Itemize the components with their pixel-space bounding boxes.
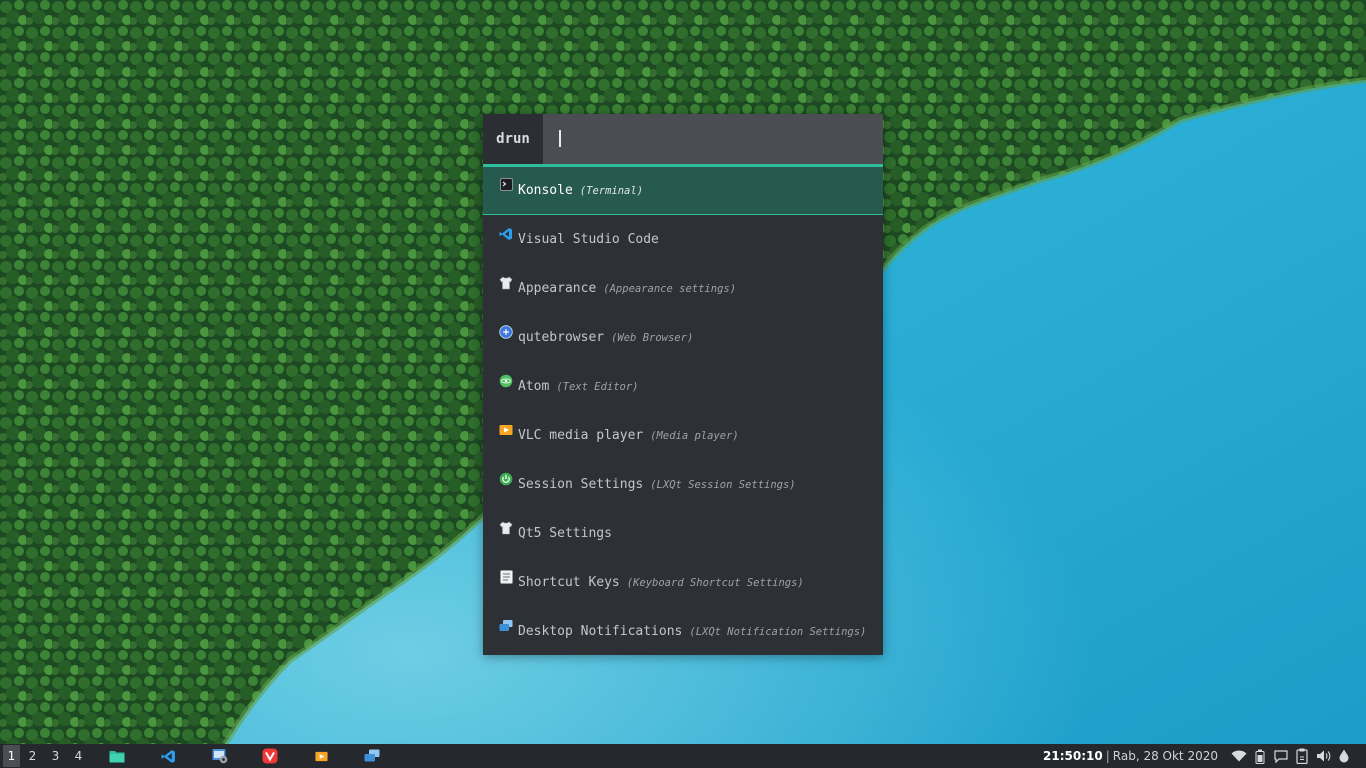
clipboard-icon[interactable]	[1294, 748, 1310, 764]
entry-name: Konsole	[518, 182, 573, 198]
list-item[interactable]: VLC media player (Media player)	[483, 411, 883, 460]
entry-description: (Media player)	[650, 429, 739, 442]
entry-name: VLC media player	[518, 427, 644, 443]
entry-description: (Keyboard Shortcut Settings)	[626, 576, 804, 589]
list-item[interactable]: Konsole (Terminal)	[483, 166, 883, 215]
list-item[interactable]: Atom (Text Editor)	[483, 362, 883, 411]
keyboard-icon	[499, 569, 513, 584]
search-input[interactable]	[543, 114, 883, 164]
text-caret	[559, 130, 561, 147]
list-item[interactable]: Session Settings (LXQt Session Settings)	[483, 460, 883, 509]
workspace-1[interactable]: 1	[3, 745, 20, 767]
vscode-icon	[499, 227, 513, 241]
app-launcher: drun Konsole (Terminal) Visual Studio Co…	[483, 114, 883, 655]
clock[interactable]: 21:50:10	[1043, 749, 1103, 763]
power-icon	[499, 472, 513, 486]
list-item[interactable]: qutebrowser (Web Browser)	[483, 313, 883, 362]
workspace-4[interactable]: 4	[68, 745, 89, 767]
entry-name: Session Settings	[518, 476, 644, 492]
remote-desktop-icon[interactable]	[364, 748, 380, 764]
battery-icon[interactable]	[1252, 748, 1268, 764]
entry-name: Desktop Notifications	[518, 623, 683, 639]
entry-description: (LXQt Notification Settings)	[689, 625, 867, 638]
terminal-icon	[499, 178, 513, 192]
file-manager-icon[interactable]	[109, 748, 125, 764]
list-item[interactable]: Shortcut Keys (Keyboard Shortcut Setting…	[483, 558, 883, 607]
list-item[interactable]: Qt5 Settings	[483, 509, 883, 558]
shirt-icon	[499, 521, 513, 535]
entry-description: (Text Editor)	[556, 380, 639, 393]
date[interactable]: Rab, 28 Okt 2020	[1113, 749, 1218, 763]
entry-name: Qt5 Settings	[518, 525, 612, 541]
system-tray: 21:50:10 | Rab, 28 Okt 2020	[1043, 744, 1366, 768]
list-item[interactable]: Desktop Notifications (LXQt Notification…	[483, 607, 883, 656]
workspace-3[interactable]: 3	[45, 745, 66, 767]
settings-manager-icon[interactable]	[212, 748, 228, 764]
workspace-2[interactable]: 2	[22, 745, 43, 767]
atom-icon	[499, 374, 513, 388]
volume-icon[interactable]	[1315, 748, 1331, 764]
launcher-input-bar: drun	[483, 114, 883, 166]
entry-name: Appearance	[518, 280, 597, 296]
mode-label[interactable]: drun	[483, 114, 543, 164]
media-player-icon	[499, 423, 513, 437]
vivaldi-icon[interactable]	[262, 748, 278, 764]
qutebrowser-icon	[499, 324, 513, 339]
taskbar: 1 2 3 4 21:50:10 | Rab, 28 Okt 2020	[0, 744, 1366, 768]
dropper-icon[interactable]	[1336, 748, 1352, 764]
entry-description: (LXQt Session Settings)	[650, 478, 796, 491]
vscode-icon[interactable]	[160, 748, 176, 764]
clock-separator: |	[1105, 749, 1110, 763]
chat-icon[interactable]	[1273, 748, 1289, 764]
list-item[interactable]: Visual Studio Code	[483, 215, 883, 264]
shirt-icon	[499, 276, 513, 290]
entry-name: Atom	[518, 378, 550, 394]
media-player-icon[interactable]	[313, 748, 329, 764]
wifi-icon[interactable]	[1231, 748, 1247, 764]
entry-description: (Appearance settings)	[603, 282, 737, 295]
entry-description: (Web Browser)	[611, 331, 694, 344]
entry-description: (Terminal)	[579, 184, 644, 197]
entry-name: qutebrowser	[518, 329, 605, 345]
entry-name: Visual Studio Code	[518, 231, 659, 247]
notification-icon	[499, 619, 513, 633]
list-item[interactable]: Appearance (Appearance settings)	[483, 264, 883, 313]
entry-name: Shortcut Keys	[518, 574, 620, 590]
